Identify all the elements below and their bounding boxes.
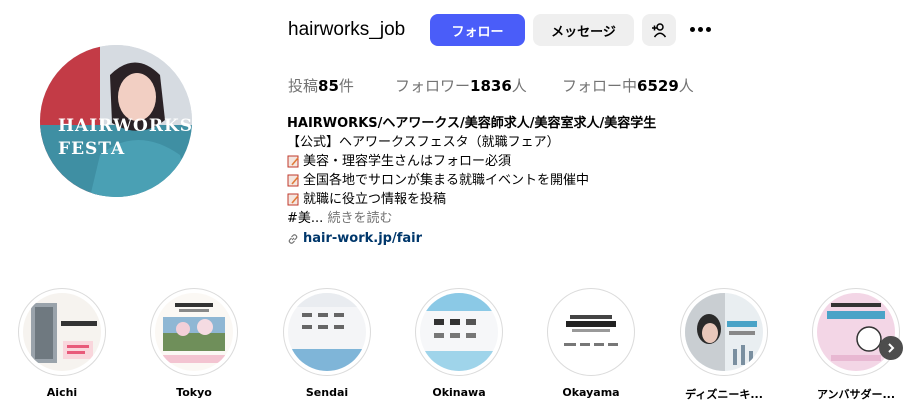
memo-icon: [287, 155, 299, 168]
external-link[interactable]: hair-work.jp/fair: [287, 229, 707, 248]
highlight-cover: [155, 293, 233, 371]
highlight-cover: [23, 293, 101, 371]
highlight-tokyo[interactable]: Tokyo: [148, 288, 240, 399]
highlight-cover: [420, 293, 498, 371]
followers-count[interactable]: フォロワー1836人: [395, 75, 527, 96]
highlight-cover: [288, 293, 366, 371]
highlight-label: Okayama: [562, 386, 620, 399]
highlights-next-button[interactable]: [879, 336, 903, 360]
bio-line: 【公式】ヘアワークスフェスタ（就職フェア）: [287, 135, 560, 150]
memo-icon: [287, 193, 299, 206]
profile-display-name: HAIRWORKS/ヘアワークス/美容師求人/美容室求人/美容学生: [287, 116, 657, 131]
highlight-label: Aichi: [46, 386, 78, 399]
highlight-label: アンバサダー...: [816, 388, 896, 401]
highlight-aichi[interactable]: Aichi: [16, 288, 108, 399]
read-more-link[interactable]: 続きを読む: [327, 209, 392, 228]
posts-count: 投稿85件: [288, 77, 354, 95]
highlight-label: Tokyo: [176, 386, 212, 399]
avatar-text-line2: FESTA: [58, 139, 126, 159]
highlight-cover: [552, 293, 630, 371]
message-button[interactable]: メッセージ: [533, 14, 634, 46]
highlight-label: Okinawa: [432, 386, 486, 399]
bio-line: 美容・理容学生さんはフォロー必須: [287, 152, 707, 171]
more-options-button[interactable]: [686, 18, 714, 40]
highlight-okinawa[interactable]: Okinawa: [413, 288, 505, 399]
highlight-sendai[interactable]: Sendai: [281, 288, 373, 399]
highlight-okayama[interactable]: Okayama: [545, 288, 637, 399]
profile-username: hairworks_job: [288, 19, 406, 40]
profile-avatar[interactable]: HAIRWORKS FESTA: [40, 45, 192, 197]
person-add-icon: [652, 23, 667, 38]
bio-line: 全国各地でサロンが集まる就職イベントを開催中: [287, 171, 707, 190]
bio-line: #美... 続きを読む: [287, 209, 393, 228]
highlight-cover: [685, 293, 763, 371]
following-count[interactable]: フォロー中6529人: [562, 75, 694, 96]
highlight-cover: [817, 293, 895, 371]
highlight-label: ディズニーキ...: [685, 388, 763, 401]
avatar-text-line1: HAIRWORKS: [58, 116, 192, 136]
link-icon: [288, 233, 298, 244]
bio-line: 就職に役立つ情報を投稿: [287, 190, 707, 209]
more-horizontal-icon: [689, 26, 695, 32]
memo-icon: [287, 174, 299, 187]
profile-bio: HAIRWORKS/ヘアワークス/美容師求人/美容室求人/美容学生 【公式】ヘア…: [287, 114, 707, 248]
suggest-accounts-button[interactable]: [642, 14, 676, 46]
highlight-disney-key[interactable]: ディズニーキ...: [678, 288, 770, 402]
follow-button[interactable]: フォロー: [430, 14, 525, 46]
chevron-right-icon: [888, 343, 895, 353]
highlight-label: Sendai: [305, 386, 349, 399]
